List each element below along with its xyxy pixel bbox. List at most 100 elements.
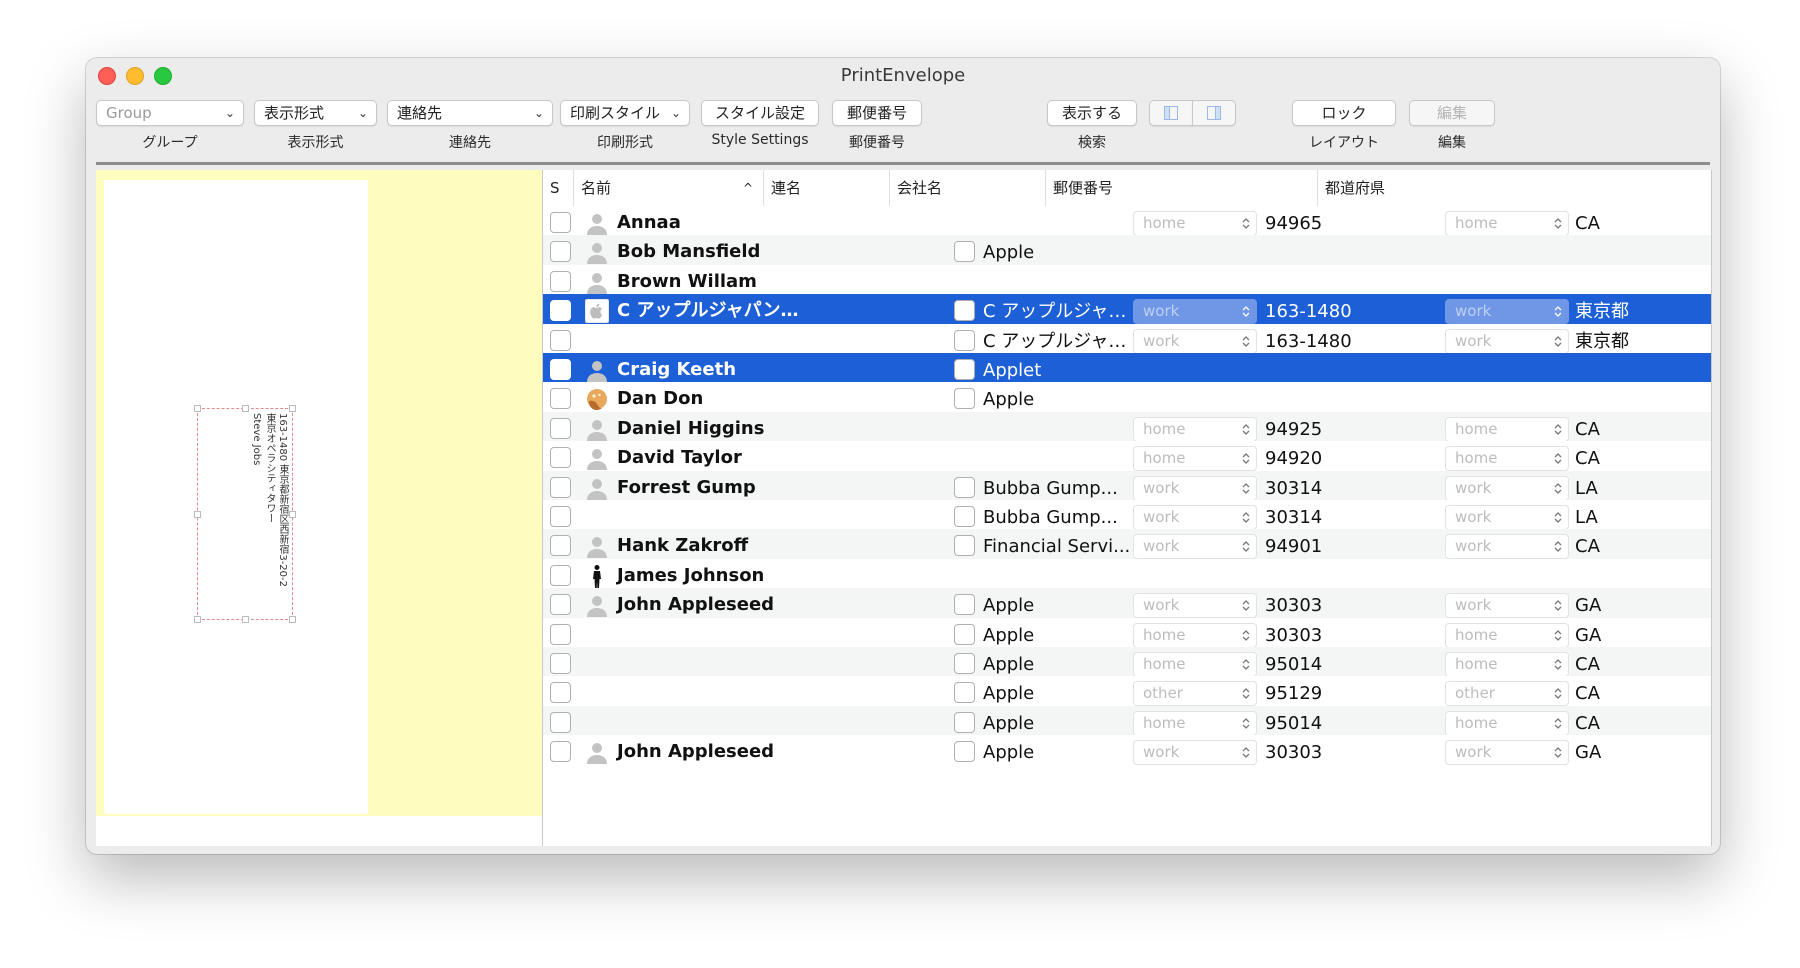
postal-label-popup[interactable]: work [1133,534,1257,560]
prefecture-label-popup[interactable]: home [1445,211,1569,236]
select-checkbox[interactable] [550,594,571,616]
column-header-prefecture[interactable]: 都道府県 [1317,170,1709,206]
company-checkbox[interactable] [954,653,975,674]
select-checkbox[interactable] [550,653,571,674]
company-checkbox[interactable] [954,682,975,704]
select-checkbox[interactable] [550,329,571,351]
address-text-box[interactable]: 163-1480 東京都新宿区西新宿3-20-2 東京オペラシティタワー Ste… [194,405,296,623]
select-checkbox[interactable] [550,241,571,263]
style-settings-button[interactable]: スタイル設定 [701,100,819,126]
prefecture-label-popup[interactable]: work [1445,328,1569,354]
prefecture-label-popup[interactable]: work [1445,534,1569,560]
company-checkbox[interactable] [954,241,975,263]
postal-label-popup[interactable]: home [1133,416,1257,442]
select-checkbox[interactable] [550,476,571,498]
select-checkbox[interactable] [550,711,571,733]
column-header-company[interactable]: 会社名 [889,170,1045,206]
prefecture-label-popup[interactable]: work [1445,593,1569,619]
group-popup-value: Group [106,104,152,122]
column-header-alias[interactable]: 連名 [763,170,889,206]
prefecture-label-value: work [1455,302,1492,321]
prefecture-label-popup[interactable]: work [1445,299,1569,326]
prefecture-label-popup[interactable]: home [1445,710,1569,736]
resize-handle[interactable] [242,616,249,623]
updown-chevron-icon [1242,453,1250,465]
resize-handle[interactable] [289,616,296,623]
postal-label-popup[interactable]: work [1133,475,1257,501]
company-checkbox[interactable] [954,711,975,733]
company-checkbox[interactable] [954,623,975,645]
table-row[interactable]: John Appleseed Apple work 30303 work GA [543,735,1711,770]
edit-button[interactable]: 編集 [1409,100,1495,126]
show-button[interactable]: 表示する [1047,100,1137,126]
postal-label-popup[interactable]: work [1133,328,1257,354]
left-pane-toggle[interactable] [1149,100,1193,126]
lock-button[interactable]: ロック [1292,100,1396,126]
resize-handle[interactable] [242,405,249,412]
prefecture-label-popup[interactable]: other [1445,681,1569,707]
prefecture-label-popup[interactable]: work [1445,740,1569,766]
company-checkbox[interactable] [954,300,975,322]
company-checkbox[interactable] [954,506,975,527]
company-checkbox[interactable] [954,535,975,557]
select-checkbox[interactable] [550,417,571,439]
prefecture-label-popup[interactable]: work [1445,505,1569,530]
column-header-s[interactable]: S [543,170,571,206]
select-checkbox[interactable] [550,741,571,763]
postal-label-popup[interactable]: work [1133,740,1257,766]
company-checkbox[interactable] [954,388,975,410]
postal-label-popup[interactable]: home [1133,622,1257,648]
select-checkbox[interactable] [550,623,571,645]
postal-label-popup[interactable]: work [1133,299,1257,325]
select-checkbox[interactable] [550,300,571,322]
select-checkbox[interactable] [550,447,571,469]
select-checkbox[interactable] [550,682,571,704]
print-style-label: 印刷形式 [597,135,653,151]
prefecture-label-popup[interactable]: home [1445,652,1569,677]
column-header-postal-code[interactable]: 郵便番号 [1045,170,1317,206]
prefecture-label-popup[interactable]: home [1445,446,1569,472]
resize-handle[interactable] [194,616,201,623]
display-format-popup[interactable]: 表示形式 ⌄ [254,100,377,126]
print-style-popup[interactable]: 印刷スタイル ⌄ [560,100,690,126]
select-checkbox[interactable] [550,359,571,380]
updown-chevron-icon [1554,300,1562,326]
prefecture-label-popup[interactable]: home [1445,622,1569,648]
postal-label-popup[interactable]: work [1133,593,1257,619]
company-checkbox[interactable] [954,359,975,380]
postal-label-popup[interactable]: work [1133,505,1257,530]
select-checkbox[interactable] [550,506,571,527]
postal-label-popup[interactable]: home [1133,652,1257,677]
postal-label-popup[interactable]: home [1133,710,1257,736]
postal-code-button[interactable]: 郵便番号 [832,100,922,126]
select-checkbox[interactable] [550,535,571,557]
column-header-name[interactable]: 名前 ^ [573,170,763,206]
postal-label-popup[interactable]: home [1133,446,1257,472]
postal-label-value: home [1143,625,1186,644]
address-line-2: 東京オペラシティタワー [264,413,275,523]
select-checkbox[interactable] [550,212,571,233]
title-bar[interactable]: PrintEnvelope [86,58,1720,94]
chevron-down-icon: ⌄ [533,106,544,120]
select-checkbox[interactable] [550,270,571,292]
updown-chevron-icon [1554,477,1562,503]
right-pane-toggle[interactable] [1192,100,1236,126]
postal-label-popup[interactable]: home [1133,211,1257,236]
company-checkbox[interactable] [954,476,975,498]
prefecture-label-popup[interactable]: home [1445,416,1569,442]
resize-handle[interactable] [289,405,296,412]
contact-popup[interactable]: 連絡先 ⌄ [387,100,553,126]
company-checkbox[interactable] [954,329,975,351]
prefecture-label-value: home [1455,655,1498,673]
resize-handle[interactable] [194,405,201,412]
select-checkbox[interactable] [550,388,571,410]
company-checkbox[interactable] [954,594,975,616]
group-popup[interactable]: Group ⌄ [96,100,244,126]
prefecture-label-popup[interactable]: work [1445,475,1569,503]
postal-label-value: work [1143,302,1180,321]
resize-handle[interactable] [289,511,296,518]
select-checkbox[interactable] [550,564,571,586]
resize-handle[interactable] [194,511,201,518]
company-checkbox[interactable] [954,741,975,763]
postal-label-popup[interactable]: other [1133,681,1257,707]
